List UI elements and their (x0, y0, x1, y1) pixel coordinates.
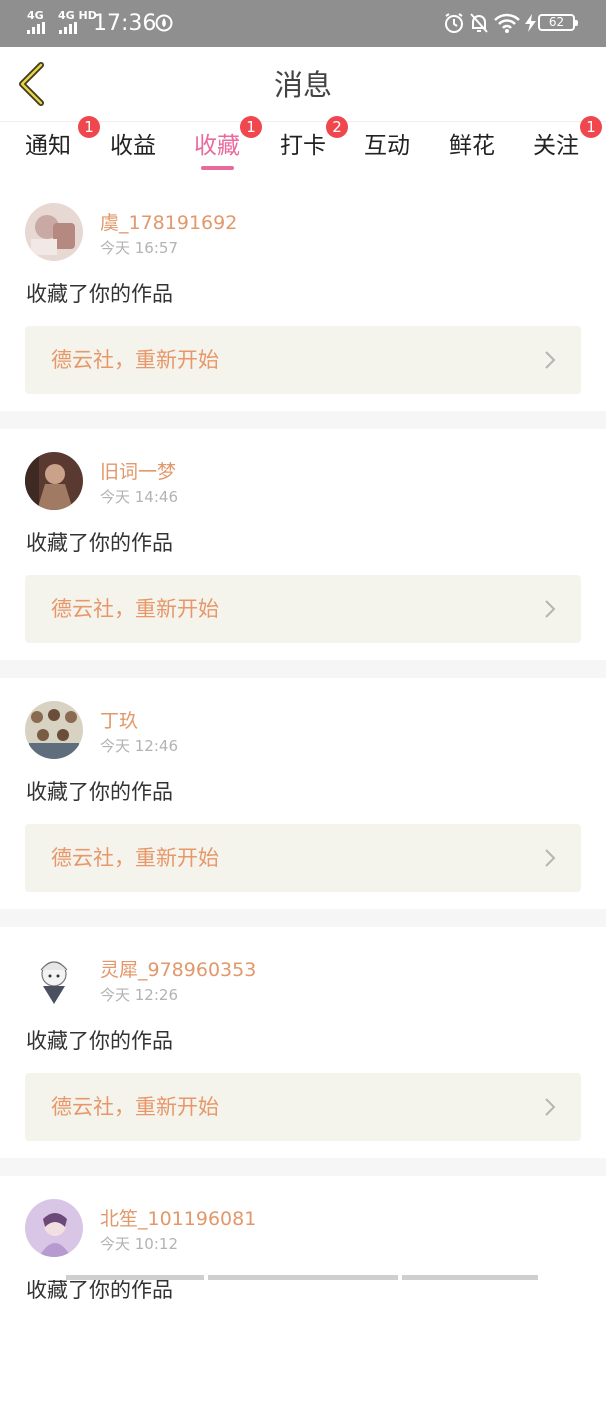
timestamp: 今天 12:26 (100, 986, 178, 1004)
wifi-icon (494, 13, 520, 33)
clock: 17:36 (93, 11, 157, 36)
tab-flowers[interactable]: 鲜花 (449, 130, 495, 162)
chevron-right-icon (545, 849, 556, 867)
alarm-icon (445, 13, 463, 33)
work-title: 德云社，重新开始 (51, 597, 219, 621)
signal-icon-2 (59, 22, 77, 34)
timestamp: 今天 16:57 (100, 239, 178, 257)
divider (0, 1158, 606, 1176)
divider (0, 411, 606, 429)
timestamp: 今天 12:46 (100, 737, 178, 755)
username[interactable]: 灵犀_978960353 (100, 957, 256, 983)
message-card: 旧词一梦 今天 14:46 收藏了你的作品 德云社，重新开始 (0, 429, 606, 660)
divider (0, 909, 606, 927)
avatar[interactable] (25, 203, 83, 261)
username[interactable]: 丁玖 (100, 708, 138, 734)
chevron-right-icon (545, 1098, 556, 1116)
message-list: 虞_178191692 今天 16:57 收藏了你的作品 德云社，重新开始 旧词… (0, 180, 606, 1407)
status-bar: 4G 4G HD 17:36 62 (0, 0, 606, 47)
divider (0, 660, 606, 678)
username[interactable]: 旧词一梦 (100, 459, 176, 485)
bottom-nav-segment (208, 1275, 398, 1280)
header: 消息 (0, 47, 606, 122)
tab-checkin[interactable]: 打卡 (280, 130, 326, 162)
charging-icon (525, 14, 536, 32)
username[interactable]: 虞_178191692 (100, 210, 237, 236)
avatar[interactable] (25, 1199, 83, 1257)
bottom-nav-segment (66, 1275, 204, 1280)
tab-bar: 通知 1 收益 收藏 1 打卡 2 互动 鲜花 关注 1 (0, 116, 606, 174)
message-card: 丁玖 今天 12:46 收藏了你的作品 德云社，重新开始 (0, 678, 606, 909)
work-title: 德云社，重新开始 (51, 846, 219, 870)
mute-bell-icon (470, 13, 488, 33)
battery-icon: 62 (538, 14, 578, 31)
tab-favorites[interactable]: 收藏 (194, 130, 240, 162)
tab-interaction[interactable]: 互动 (364, 130, 410, 162)
avatar[interactable] (25, 950, 83, 1008)
chevron-right-icon (545, 351, 556, 369)
work-title: 德云社，重新开始 (51, 1095, 219, 1119)
work-link[interactable]: 德云社，重新开始 (25, 326, 581, 394)
avatar[interactable] (25, 452, 83, 510)
action-text: 收藏了你的作品 (26, 780, 173, 804)
work-link[interactable]: 德云社，重新开始 (25, 1073, 581, 1141)
tab-earnings[interactable]: 收益 (110, 130, 156, 162)
tab-notice-badge: 1 (78, 116, 100, 138)
message-card: 北笙_101196081 今天 10:12 收藏了你的作品 (0, 1176, 606, 1407)
tab-follow-badge: 1 (580, 116, 602, 138)
tab-notice[interactable]: 通知 (25, 130, 71, 162)
action-text: 收藏了你的作品 (26, 282, 173, 306)
page-title: 消息 (273, 68, 332, 102)
app-notification-icon (155, 14, 173, 32)
timestamp: 今天 10:12 (100, 1235, 178, 1253)
username[interactable]: 北笙_101196081 (100, 1206, 256, 1232)
tab-follow[interactable]: 关注 (533, 130, 579, 162)
message-card: 灵犀_978960353 今天 12:26 收藏了你的作品 德云社，重新开始 (0, 927, 606, 1158)
action-text: 收藏了你的作品 (26, 1029, 173, 1053)
bottom-nav-segment (402, 1275, 538, 1280)
avatar[interactable] (25, 701, 83, 759)
work-link[interactable]: 德云社，重新开始 (25, 824, 581, 892)
chevron-right-icon (545, 600, 556, 618)
work-link[interactable]: 德云社，重新开始 (25, 575, 581, 643)
network-type-1: 4G (27, 9, 44, 22)
network-type-2: 4G HD (58, 9, 97, 22)
timestamp: 今天 14:46 (100, 488, 178, 506)
tab-checkin-badge: 2 (326, 116, 348, 138)
signal-icon (27, 22, 45, 34)
active-tab-indicator (201, 166, 234, 170)
tab-favorites-badge: 1 (240, 116, 262, 138)
message-card: 虞_178191692 今天 16:57 收藏了你的作品 德云社，重新开始 (0, 180, 606, 411)
work-title: 德云社，重新开始 (51, 348, 219, 372)
action-text: 收藏了你的作品 (26, 531, 173, 555)
